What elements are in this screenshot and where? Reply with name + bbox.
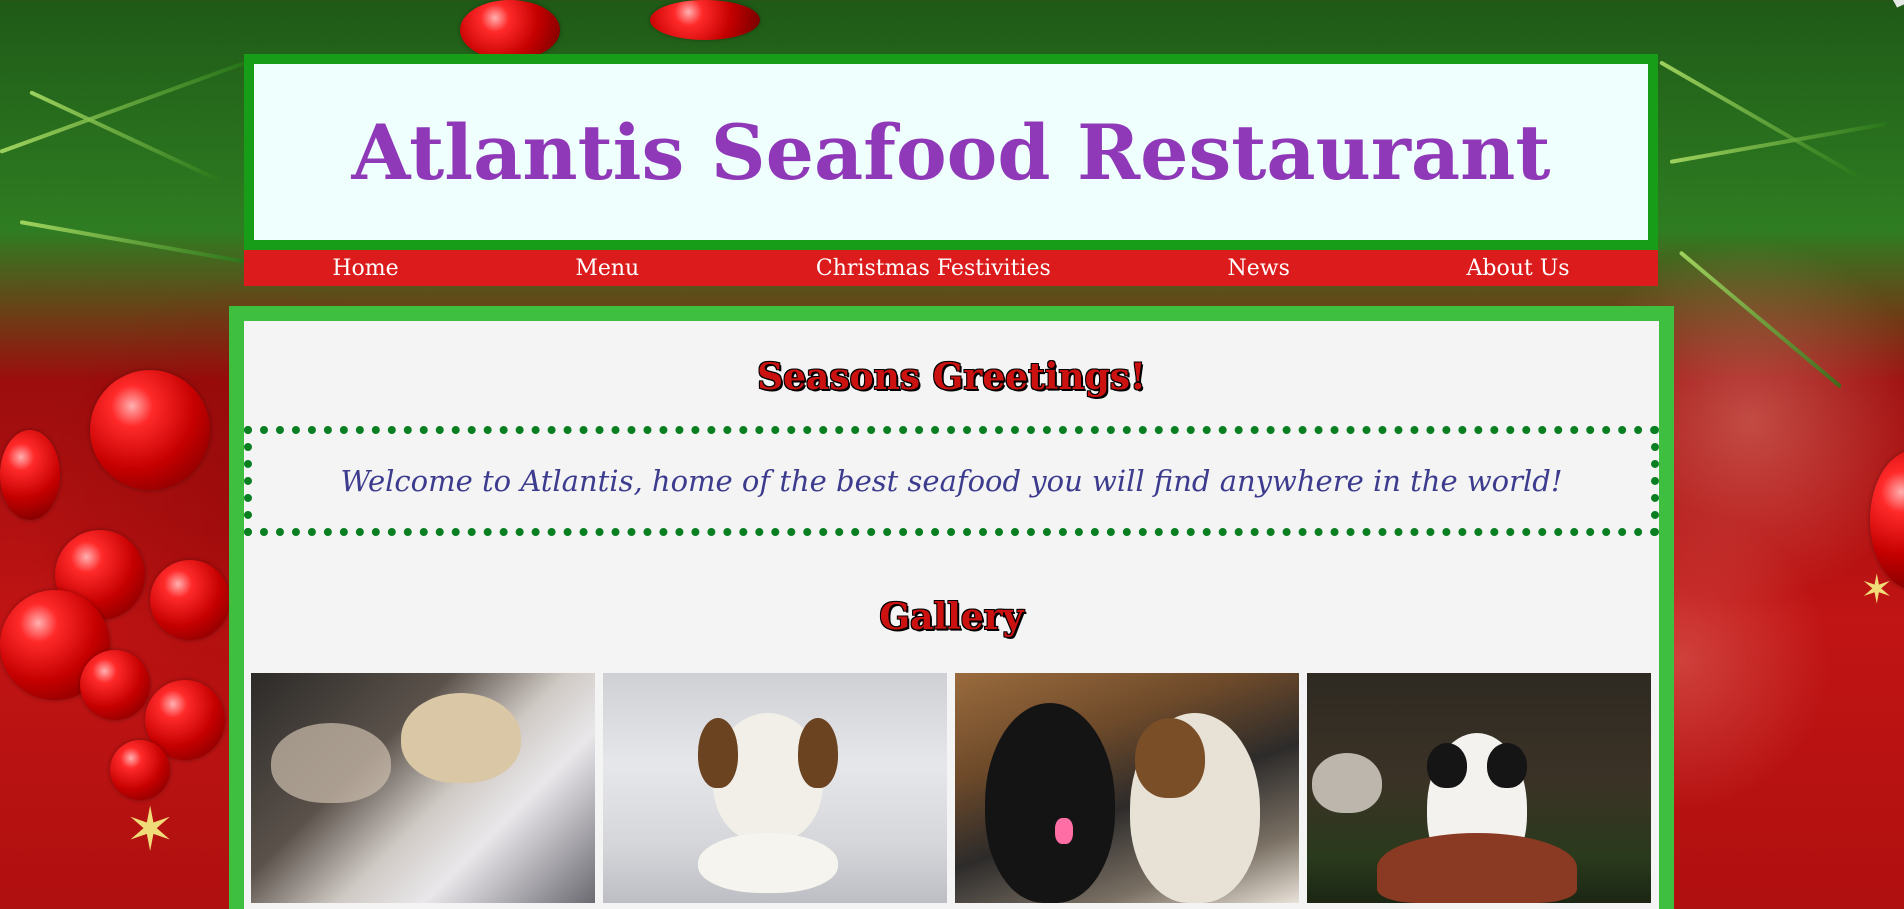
star-ornament-icon: ✶ [125, 795, 176, 865]
gallery [251, 673, 1651, 903]
nav-christmas-festivities[interactable]: Christmas Festivities [816, 256, 1051, 281]
nav-about-us[interactable]: About Us [1467, 256, 1570, 281]
welcome-text: Welcome to Atlantis, home of the best se… [340, 464, 1563, 498]
sleeping-dog-photo[interactable] [251, 673, 595, 903]
nav-news[interactable]: News [1227, 256, 1289, 281]
star-ornament-icon: ✶ [1860, 567, 1894, 613]
gallery-heading: Gallery [879, 596, 1024, 638]
main-navigation: Home Menu Christmas Festivities News Abo… [244, 250, 1658, 286]
site-header: Atlantis Seafood Restaurant [244, 54, 1658, 250]
main-content: Seasons Greetings! Welcome to Atlantis, … [229, 306, 1674, 909]
page-header-wrapper: Atlantis Seafood Restaurant Home Menu Ch… [244, 54, 1658, 286]
nav-home[interactable]: Home [332, 256, 398, 281]
site-title: Atlantis Seafood Restaurant [351, 107, 1551, 197]
puppy-in-bowl-photo[interactable] [1307, 673, 1651, 903]
white-brown-dog-photo[interactable] [603, 673, 947, 903]
nav-menu[interactable]: Menu [575, 256, 639, 281]
two-dogs-photo[interactable] [955, 673, 1299, 903]
welcome-box: Welcome to Atlantis, home of the best se… [244, 426, 1659, 536]
greeting-heading: Seasons Greetings! [757, 356, 1146, 398]
